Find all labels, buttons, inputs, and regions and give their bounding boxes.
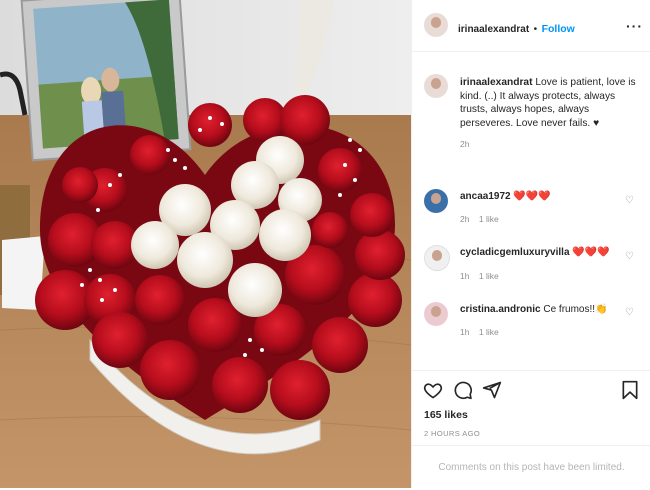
comment-item: cristina.andronic Ce frumos!!👏	[460, 303, 630, 316]
comment-time[interactable]: 1h	[460, 327, 469, 337]
caption-username[interactable]: irinaalexandrat	[460, 77, 532, 88]
bookmark-icon[interactable]	[621, 380, 639, 400]
roses-heart-image	[0, 0, 411, 488]
posted-time[interactable]: 2 HOURS AGO	[424, 429, 480, 438]
comment-icon[interactable]	[453, 380, 473, 400]
header-line: irinaalexandrat • Follow	[458, 19, 575, 37]
comment-username[interactable]: ancaa1972	[460, 191, 511, 202]
heart-icon[interactable]	[423, 380, 443, 400]
comment-time[interactable]: 2h	[460, 214, 469, 224]
comment-like-heart-icon[interactable]: ♡	[625, 251, 634, 262]
comment-username[interactable]: cristina.andronic	[460, 304, 541, 315]
follow-button[interactable]: Follow	[542, 23, 575, 35]
comment-avatar[interactable]	[424, 245, 450, 271]
comment-meta: 1h 1 like	[460, 327, 499, 337]
more-horizontal-icon[interactable]: ···	[626, 18, 643, 34]
comment-avatar[interactable]	[424, 189, 448, 213]
comment-text: ❤️❤️❤️	[513, 191, 551, 202]
comment-text: Ce frumos!!👏	[543, 304, 608, 315]
author-avatar[interactable]	[424, 13, 448, 37]
comment-like-heart-icon[interactable]: ♡	[625, 195, 634, 206]
comment-avatar[interactable]	[424, 302, 448, 326]
comment-time[interactable]: 1h	[460, 271, 469, 281]
comment-item: cycladicgemluxuryvilla ❤️❤️❤️	[460, 246, 630, 259]
comment-meta: 2h 1 like	[460, 214, 499, 224]
post-caption: irinaalexandrat Love is patient, love is…	[460, 76, 642, 152]
caption-avatar[interactable]	[424, 74, 448, 98]
comment-likes[interactable]: 1 like	[479, 271, 499, 281]
comment-like-heart-icon[interactable]: ♡	[625, 307, 634, 318]
likes-count[interactable]: 165 likes	[424, 409, 468, 421]
comment-likes[interactable]: 1 like	[479, 214, 499, 224]
header-separator: •	[533, 24, 538, 35]
header-username[interactable]: irinaalexandrat	[458, 24, 529, 35]
caption-time[interactable]: 2h	[460, 138, 642, 152]
send-icon[interactable]	[482, 380, 502, 400]
post-side-panel: irinaalexandrat • Follow ··· irinaalexan…	[411, 0, 650, 488]
comment-meta: 1h 1 like	[460, 271, 499, 281]
comment-item: ancaa1972 ❤️❤️❤️	[460, 190, 630, 203]
comments-limited-notice: Comments on this post have been limited.	[412, 445, 650, 489]
comment-username[interactable]: cycladicgemluxuryvilla	[460, 247, 570, 258]
post-photo[interactable]	[0, 0, 411, 488]
instagram-post: irinaalexandrat • Follow ··· irinaalexan…	[0, 0, 650, 488]
comment-likes[interactable]: 1 like	[479, 327, 499, 337]
post-actions: 165 likes 2 HOURS AGO Comments on this p…	[412, 370, 650, 488]
post-header: irinaalexandrat • Follow ···	[412, 0, 650, 52]
comment-text: ❤️❤️❤️	[572, 247, 610, 258]
